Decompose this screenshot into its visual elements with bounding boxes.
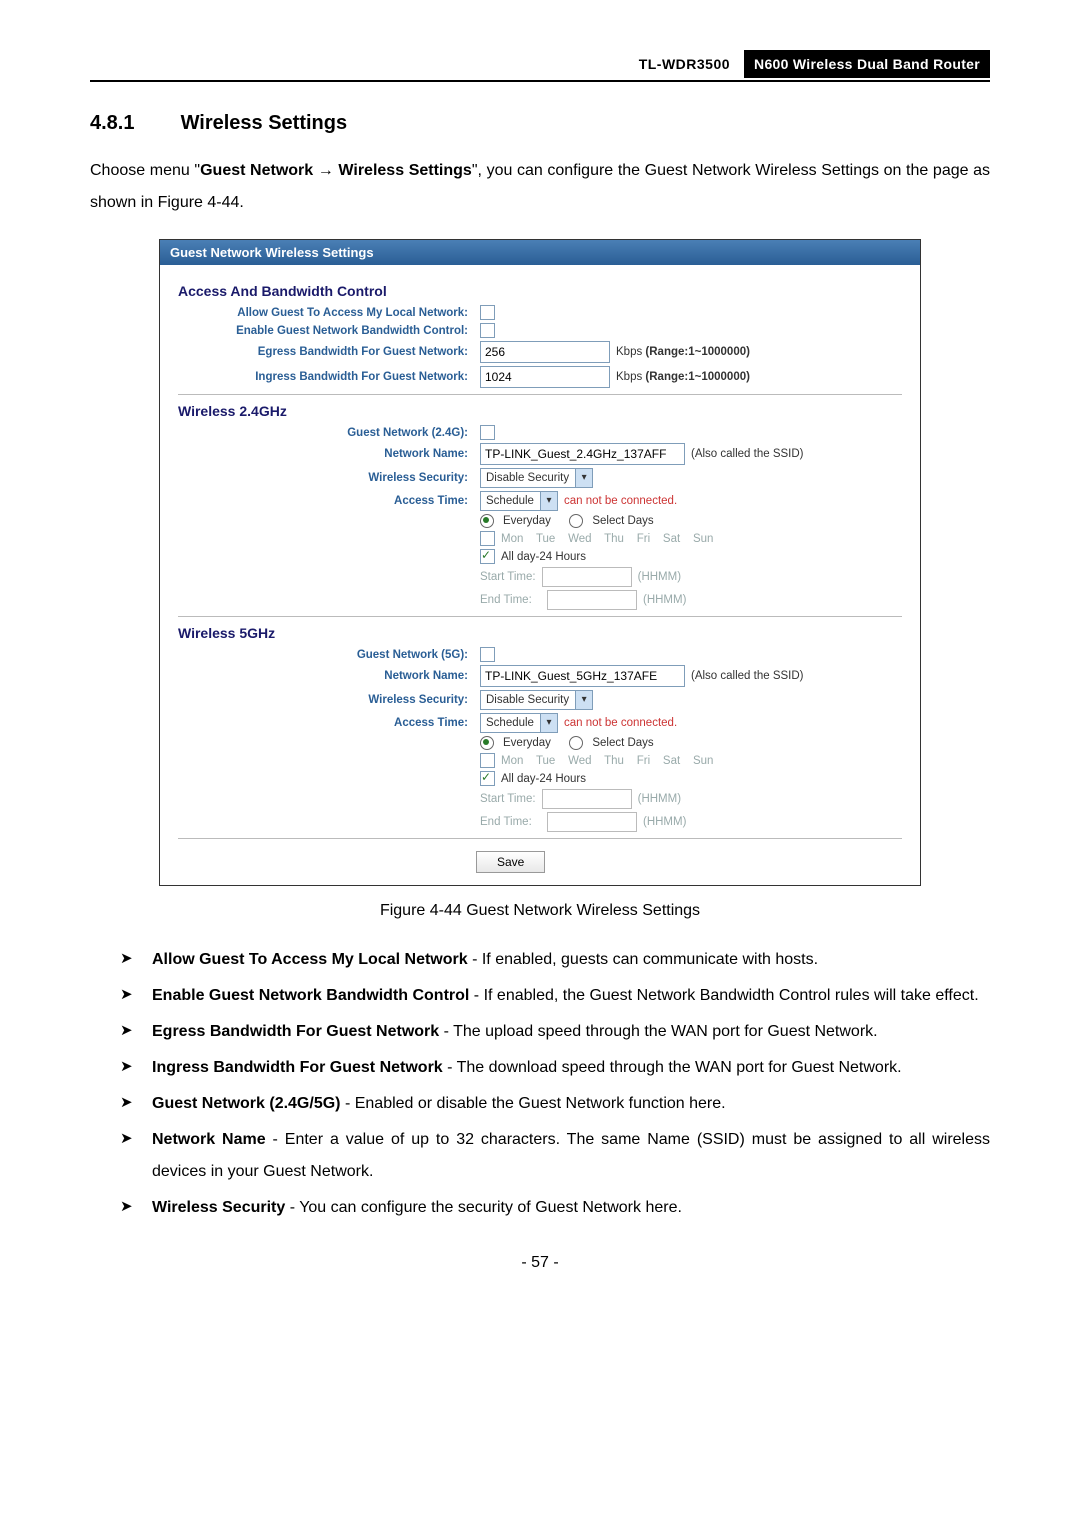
w5-everyday-label: Everyday [503,737,551,749]
w24-sec-select[interactable]: Disable Security▾ [480,468,593,488]
w5-start-label: Start Time: [480,793,536,805]
w5-sec-select[interactable]: Disable Security▾ [480,690,593,710]
chevron-down-icon: ▾ [575,691,592,709]
w5-day-checkbox[interactable] [480,753,495,768]
w24-selectdays-radio[interactable] [569,514,583,528]
ingress-hint: Kbps (Range:1~1000000) [616,371,750,383]
w24-enable-checkbox[interactable] [480,425,495,440]
list-item: Enable Guest Network Bandwidth Control -… [120,980,990,1012]
header-rule [90,80,990,82]
w5-selectdays-radio[interactable] [569,736,583,750]
w24-allday-label: All day-24 Hours [501,551,586,563]
w24-end-hhmm: (HHMM) [643,594,686,606]
model-label: TL-WDR3500 [639,56,730,72]
bw-heading: Access And Bandwidth Control [178,283,902,299]
w24-end-label: End Time: [480,594,532,606]
w24-allday-checkbox[interactable] [480,549,495,564]
egress-label: Egress Bandwidth For Guest Network: [178,346,480,358]
section-title: Wireless Settings [181,112,348,134]
panel-title: Guest Network Wireless Settings [160,240,920,265]
enable-bw-checkbox[interactable] [480,323,495,338]
section-heading: 4.8.1 Wireless Settings [90,112,990,135]
egress-input[interactable] [480,341,610,363]
figure-wrap: Guest Network Wireless Settings Access A… [90,239,990,920]
sep-2 [178,616,902,617]
w5-schedule-select[interactable]: Schedule▾ [480,713,558,733]
w24-days: Mon Tue Wed Thu Fri Sat Sun [501,533,713,545]
chevron-down-icon: ▾ [540,492,557,510]
page-number: - 57 - [90,1254,990,1272]
w24-cannot: can not be connected. [564,495,677,507]
list-item: Network Name - Enter a value of up to 32… [120,1124,990,1188]
w24-everyday-radio[interactable] [480,514,494,528]
w5-end-input[interactable] [547,812,637,832]
w5-heading: Wireless 5GHz [178,625,902,641]
w5-name-label: Network Name: [178,670,480,682]
w24-day-checkbox[interactable] [480,531,495,546]
w24-acc-label: Access Time: [178,495,480,507]
w5-everyday-radio[interactable] [480,736,494,750]
w24-everyday-label: Everyday [503,515,551,527]
w5-end-hhmm: (HHMM) [643,816,686,828]
w24-name-label: Network Name: [178,448,480,460]
header-bar: TL-WDR3500 N600 Wireless Dual Band Route… [90,50,990,78]
save-button[interactable]: Save [476,851,545,873]
list-item: Guest Network (2.4G/5G) - Enabled or dis… [120,1088,990,1120]
w5-acc-label: Access Time: [178,717,480,729]
w5-end-label: End Time: [480,816,532,828]
figure-caption: Figure 4-44 Guest Network Wireless Setti… [90,902,990,920]
w5-sec-label: Wireless Security: [178,694,480,706]
sep-3 [178,838,902,839]
w5-cannot: can not be connected. [564,717,677,729]
list-item: Ingress Bandwidth For Guest Network - Th… [120,1052,990,1084]
allow-guest-label: Allow Guest To Access My Local Network: [178,307,480,319]
w5-selectdays-label: Select Days [592,737,653,749]
w24-start-input[interactable] [542,567,632,587]
enable-bw-label: Enable Guest Network Bandwidth Control: [178,325,480,337]
allow-guest-checkbox[interactable] [480,305,495,320]
w24-sec-label: Wireless Security: [178,472,480,484]
w24-heading: Wireless 2.4GHz [178,403,902,419]
router-config-panel: Guest Network Wireless Settings Access A… [159,239,921,886]
product-name: N600 Wireless Dual Band Router [744,50,990,78]
egress-hint: Kbps (Range:1~1000000) [616,346,750,358]
w24-end-input[interactable] [547,590,637,610]
list-item: Allow Guest To Access My Local Network -… [120,944,990,976]
section-number: 4.8.1 [90,112,175,135]
w5-allday-checkbox[interactable] [480,771,495,786]
chevron-down-icon: ▾ [575,469,592,487]
w5-enable-label: Guest Network (5G): [178,649,480,661]
w24-schedule-select[interactable]: Schedule▾ [480,491,558,511]
w24-name-input[interactable] [480,443,685,465]
list-item: Egress Bandwidth For Guest Network - The… [120,1016,990,1048]
w5-enable-checkbox[interactable] [480,647,495,662]
intro-paragraph: Choose menu "Guest Network → Wireless Se… [90,155,990,219]
list-item: Wireless Security - You can configure th… [120,1192,990,1224]
w5-start-input[interactable] [542,789,632,809]
sep-1 [178,394,902,395]
w24-start-label: Start Time: [480,571,536,583]
ingress-label: Ingress Bandwidth For Guest Network: [178,371,480,383]
w24-start-hhmm: (HHMM) [638,571,681,583]
w5-name-hint: (Also called the SSID) [691,670,804,682]
chevron-down-icon: ▾ [540,714,557,732]
w5-days: Mon Tue Wed Thu Fri Sat Sun [501,755,713,767]
w24-name-hint: (Also called the SSID) [691,448,804,460]
w24-selectdays-label: Select Days [592,515,653,527]
w5-allday-label: All day-24 Hours [501,773,586,785]
bullet-list: Allow Guest To Access My Local Network -… [90,944,990,1224]
w5-name-input[interactable] [480,665,685,687]
w5-start-hhmm: (HHMM) [638,793,681,805]
ingress-input[interactable] [480,366,610,388]
w24-enable-label: Guest Network (2.4G): [178,427,480,439]
